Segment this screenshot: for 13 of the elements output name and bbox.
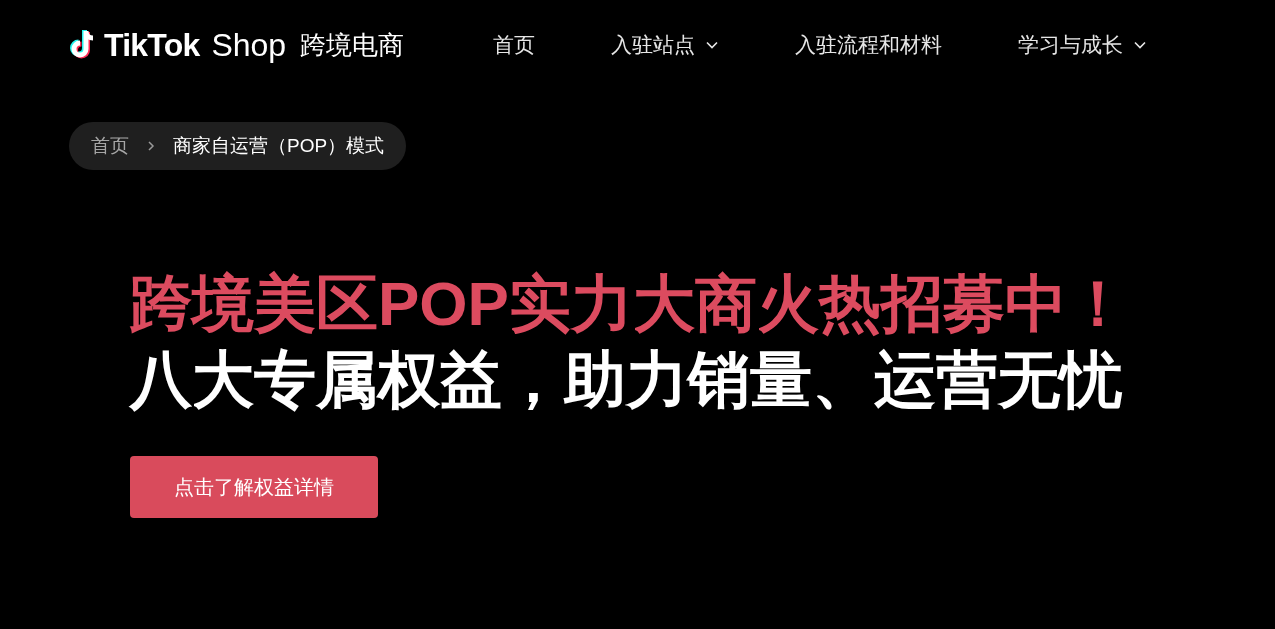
logo-product: Shop bbox=[211, 26, 287, 65]
hero-subheadline: 八大专属权益，助力销量、运营无忧 bbox=[130, 344, 1123, 416]
hero-headline: 跨境美区POP实力大商火热招募中！ bbox=[130, 268, 1130, 340]
breadcrumb-link[interactable]: 商家自运营（POP）模式 bbox=[173, 131, 385, 161]
nav-link[interactable]: 学习与成长 bbox=[1018, 29, 1147, 61]
breadcrumb-link[interactable]: 首页 bbox=[91, 131, 129, 161]
logo-brand: TikTok bbox=[104, 26, 200, 65]
chevron-right-icon bbox=[145, 140, 157, 152]
nav-link[interactable]: 首页 bbox=[493, 29, 535, 61]
nav-link[interactable]: 入驻站点 bbox=[611, 29, 719, 61]
logo-tagline: 跨境电商 bbox=[300, 28, 405, 62]
nav-link[interactable]: 入驻流程和材料 bbox=[795, 29, 942, 61]
details-button[interactable]: 点击了解权益详情 bbox=[130, 456, 378, 518]
